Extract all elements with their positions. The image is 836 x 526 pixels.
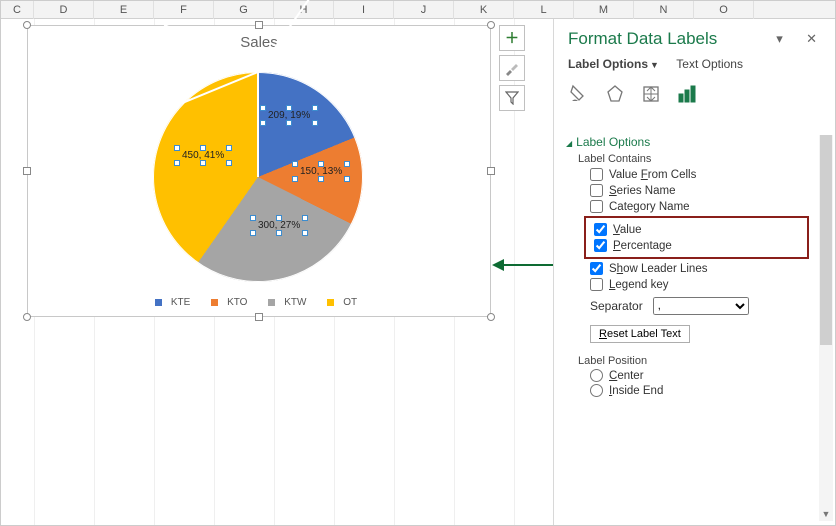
legend-item: OT — [343, 297, 357, 308]
section-label-options[interactable]: Label Options — [566, 135, 835, 149]
chk-legend-key[interactable]: Legend key — [590, 278, 835, 291]
data-label[interactable]: 300, 27% — [253, 218, 305, 233]
legend-item: KTE — [171, 297, 190, 308]
col-E[interactable]: E — [94, 1, 154, 19]
chart-mini-toolbar: ＋ — [499, 25, 525, 115]
resize-handle[interactable] — [255, 21, 263, 29]
col-G[interactable]: G — [214, 1, 274, 19]
col-K[interactable]: K — [454, 1, 514, 19]
label-position-heading: Label Position — [578, 355, 835, 367]
chk-value-from-cells[interactable]: Value From Cells — [590, 168, 835, 181]
col-I[interactable]: I — [334, 1, 394, 19]
chk-percentage[interactable]: Percentage — [594, 239, 805, 252]
pane-scrollbar[interactable]: ▲ ▼ — [819, 135, 833, 521]
scroll-down-arrow[interactable]: ▼ — [819, 507, 833, 521]
resize-handle[interactable] — [23, 313, 31, 321]
col-F[interactable]: F — [154, 1, 214, 19]
pane-title: Format Data Labels — [568, 29, 717, 49]
pie-chart[interactable]: 209, 19% 150, 13% 300, 27% 450, 41% — [153, 72, 363, 282]
resize-handle[interactable] — [487, 313, 495, 321]
col-O[interactable]: O — [694, 1, 754, 19]
resize-handle[interactable] — [487, 21, 495, 29]
data-label[interactable]: 450, 41% — [177, 148, 229, 163]
fill-line-icon[interactable] — [568, 83, 590, 105]
chart-object[interactable]: Sales 209, 19% 150, 13% 300, 27% — [27, 25, 491, 317]
size-properties-icon[interactable] — [640, 83, 662, 105]
separator-label: Separator — [590, 299, 643, 313]
text-options-tab[interactable]: Text Options — [676, 57, 743, 71]
scroll-thumb[interactable] — [820, 135, 832, 345]
resize-handle[interactable] — [23, 21, 31, 29]
separator-select[interactable]: , — [653, 297, 749, 315]
col-L[interactable]: L — [514, 1, 574, 19]
col-J[interactable]: J — [394, 1, 454, 19]
data-label[interactable]: 209, 19% — [263, 108, 315, 123]
effects-icon[interactable] — [604, 83, 626, 105]
resize-handle[interactable] — [487, 167, 495, 175]
chart-title[interactable]: Sales — [28, 34, 490, 51]
column-headers: C D E F G H I J K L M N O — [1, 1, 835, 19]
radio-center[interactable]: Center — [590, 369, 835, 382]
highlight-box: Value Percentage — [584, 216, 809, 259]
close-icon[interactable]: ✕ — [802, 31, 821, 46]
col-C[interactable]: C — [1, 1, 34, 19]
chk-leader-lines[interactable]: Show Leader Lines — [590, 262, 835, 275]
chart-legend[interactable]: KTE KTO KTW OT — [28, 297, 490, 308]
label-options-tab[interactable]: Label Options▼ — [568, 57, 659, 71]
col-N[interactable]: N — [634, 1, 694, 19]
chart-styles-button[interactable] — [499, 55, 525, 81]
label-options-icon[interactable] — [676, 83, 698, 105]
chk-series-name[interactable]: Series Name — [590, 184, 835, 197]
chk-category-name[interactable]: Category Name — [590, 200, 835, 213]
col-M[interactable]: M — [574, 1, 634, 19]
reset-label-text-button[interactable]: Reset Label Text — [590, 325, 690, 343]
data-label[interactable]: 150, 13% — [295, 164, 347, 179]
col-D[interactable]: D — [34, 1, 94, 19]
legend-item: KTO — [227, 297, 247, 308]
label-contains-heading: Label Contains — [578, 153, 835, 165]
format-pane: Format Data Labels ▾ ✕ Label Options▼ Te… — [553, 19, 835, 525]
legend-item: KTW — [284, 297, 306, 308]
resize-handle[interactable] — [23, 167, 31, 175]
chart-elements-button[interactable]: ＋ — [499, 25, 525, 51]
chk-value[interactable]: Value — [594, 223, 805, 236]
radio-inside-end[interactable]: Inside End — [590, 384, 835, 397]
chart-filter-button[interactable] — [499, 85, 525, 111]
resize-handle[interactable] — [255, 313, 263, 321]
pane-options-dropdown[interactable]: ▾ — [772, 31, 787, 46]
